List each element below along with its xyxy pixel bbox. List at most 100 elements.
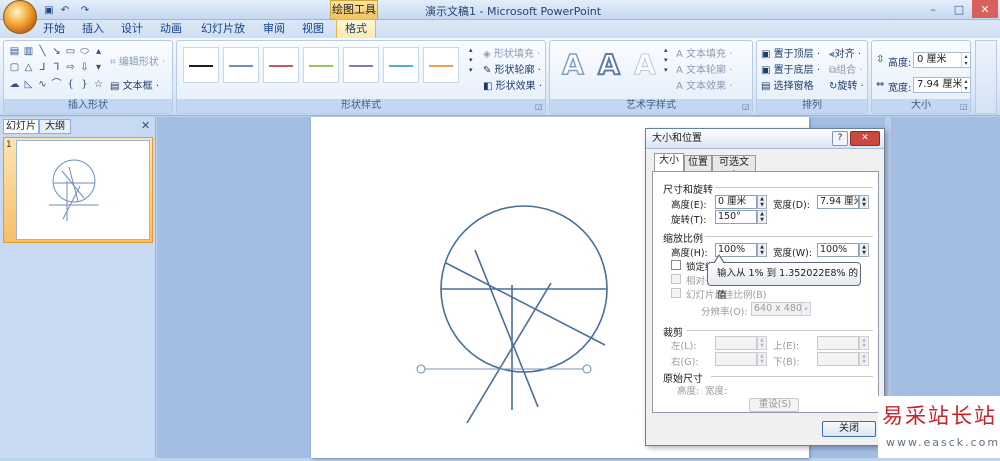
tab-slideshow[interactable]: 幻灯片放映 [196, 20, 250, 53]
dialog-tab-alt-text[interactable]: 可选文字 [712, 155, 756, 182]
spinner-icon[interactable]: ▲ ▼ [859, 352, 869, 366]
size-height-input[interactable]: 0 厘米 ▴ ▾ [913, 52, 971, 68]
spinner-icon[interactable]: ▲ ▼ [859, 195, 869, 209]
style-swatch-7[interactable] [423, 47, 459, 83]
spinner-icon[interactable]: ▲ ▼ [859, 243, 869, 257]
input-height[interactable]: 0 厘米 [715, 195, 757, 209]
down-arrow-icon[interactable]: ⇩ [78, 61, 91, 76]
maximize-icon[interactable]: □ [946, 0, 972, 18]
slide-thumbnail[interactable] [16, 140, 150, 240]
spinner-icon[interactable]: ▲ ▼ [757, 352, 767, 366]
input-rotation[interactable]: 150° [715, 210, 757, 224]
rounded-rect-icon[interactable]: ▢ [8, 61, 21, 76]
freeform-icon[interactable]: ⌒ [50, 78, 63, 93]
spinner-icon[interactable]: ▲ ▼ [757, 195, 767, 209]
input-crop-top[interactable] [817, 336, 859, 350]
wordart-style-3-icon[interactable]: A [630, 48, 660, 81]
save-icon[interactable]: ▣ [42, 3, 56, 17]
right-arrow-icon[interactable]: ⇨ [64, 61, 77, 76]
diagonal-line-3[interactable] [466, 282, 552, 424]
wordart-scroll-icon[interactable]: ▴ ▾ ▾ [664, 45, 668, 75]
text-fill-button[interactable]: A 文本填充 · [676, 45, 732, 60]
curve-icon[interactable]: ∿ [36, 78, 49, 93]
spinner-icon[interactable]: ▲ ▼ [757, 210, 767, 224]
close-pane-icon[interactable]: ✕ [141, 119, 150, 132]
shape-outline-button[interactable]: ✎ 形状轮廓 · [483, 61, 541, 76]
office-button[interactable] [3, 0, 37, 34]
wordart-launcher-icon[interactable]: ◲ [742, 103, 750, 111]
checkbox-lock-aspect[interactable] [671, 260, 681, 270]
size-launcher-icon[interactable]: ◲ [960, 103, 968, 111]
vtextbox-shape-icon[interactable]: ▥ [22, 45, 35, 60]
selection-handle-left[interactable] [416, 364, 426, 374]
spinner-icon[interactable]: ▴ ▾ [961, 53, 970, 67]
tab-review[interactable]: 审阅 [259, 20, 289, 38]
tab-design[interactable]: 设计 [117, 20, 147, 38]
group-button[interactable]: ⧉组合 · [829, 61, 863, 76]
elbow2-icon[interactable]: ⅂ [50, 61, 63, 76]
dialog-close-button[interactable]: 关闭 [822, 421, 876, 437]
bring-front-button[interactable]: ▣ 置于顶层 · [761, 45, 820, 60]
triangle-icon[interactable]: △ [22, 61, 35, 76]
more-down-icon[interactable]: ▾ [92, 61, 105, 76]
redo-icon[interactable]: ↷ [78, 3, 92, 17]
brace-left-icon[interactable]: { [64, 78, 77, 93]
shape-fill-button[interactable]: ◈ 形状填充 · [483, 45, 540, 60]
size-width-input[interactable]: 7.94 厘米 ▴ ▾ [913, 77, 971, 93]
input-crop-left[interactable] [715, 336, 757, 350]
style-swatch-3[interactable] [263, 47, 299, 83]
star-icon[interactable]: ☆ [92, 78, 105, 93]
checkbox-slideshow[interactable] [671, 288, 681, 298]
textbox-button[interactable]: ▤ 文本框 · [110, 77, 159, 92]
dialog-close-icon[interactable]: ✕ [850, 131, 880, 146]
send-back-button[interactable]: ▣ 置于底层 · [761, 61, 820, 76]
brace-right-icon[interactable]: } [78, 78, 91, 93]
help-icon[interactable]: ? [832, 131, 848, 146]
oval-shape-icon[interactable]: ⬭ [78, 45, 91, 60]
checkbox-relative[interactable] [671, 274, 681, 284]
tab-slides[interactable]: 幻灯片 [3, 119, 39, 134]
input-width[interactable]: 7.94 厘米 [817, 195, 859, 209]
diagonal-line-1[interactable] [445, 262, 606, 346]
spinner-icon[interactable]: ▲ ▼ [859, 336, 869, 350]
tab-view[interactable]: 视图 [298, 20, 328, 38]
dialog-tab-size[interactable]: 大小 [654, 153, 684, 172]
cloud-icon[interactable]: ☁ [8, 78, 21, 93]
input-crop-bottom[interactable] [817, 352, 859, 366]
tab-insert[interactable]: 插入 [78, 20, 108, 38]
rotate-button[interactable]: ↻旋转 · [829, 77, 864, 92]
selection-handle-right[interactable] [582, 364, 592, 374]
chevron-down-icon[interactable]: ▾ [801, 302, 811, 316]
textbox-shape-icon[interactable]: ▤ [8, 45, 21, 60]
edit-shape-button[interactable]: ⌗ 编辑形状 · [110, 53, 165, 68]
style-swatch-1[interactable] [183, 47, 219, 83]
undo-icon[interactable]: ↶ [58, 3, 72, 17]
text-outline-button[interactable]: A 文本轮廓 · [676, 61, 732, 76]
tab-home[interactable]: 开始 [38, 20, 70, 38]
input-crop-right[interactable] [715, 352, 757, 366]
style-swatch-5[interactable] [343, 47, 379, 83]
shape-gallery[interactable]: ▤ ▥ ╲ ↘ ▭ ⬭ ▴ ▢ △ ⅃ ⅂ ⇨ ⇩ ▾ ☁ ◺ ∿ ⌒{} ☆ [8, 45, 103, 93]
shape-effects-button[interactable]: ◧ 形状效果 · [483, 77, 542, 92]
wordart-style-1-icon[interactable]: A [558, 48, 588, 82]
rect-shape-icon[interactable]: ▭ [64, 45, 77, 60]
triangle2-icon[interactable]: ◺ [22, 78, 35, 93]
style-swatch-6[interactable] [383, 47, 419, 83]
spinner-icon[interactable]: ▲ ▼ [757, 336, 767, 350]
tab-animation[interactable]: 动画 [156, 20, 186, 38]
elbow-icon[interactable]: ⅃ [36, 61, 49, 76]
arrow-line-icon[interactable]: ↘ [50, 45, 63, 60]
tab-outline[interactable]: 大纲 [39, 119, 71, 134]
dialog-launcher-icon[interactable]: ◲ [535, 103, 543, 111]
close-window-icon[interactable]: ✕ [972, 0, 998, 18]
diagonal-line-2[interactable] [474, 249, 539, 408]
style-swatch-4[interactable] [303, 47, 339, 83]
selection-pane-button[interactable]: ▤ 选择窗格 [761, 77, 814, 92]
wordart-style-2-icon[interactable]: A [594, 48, 624, 82]
minimize-icon[interactable]: – [920, 0, 946, 18]
text-effects-button[interactable]: A 文本效果 · [676, 77, 732, 92]
reset-button[interactable]: 重设(S) [749, 398, 799, 412]
line-shape-icon[interactable]: ╲ [36, 45, 49, 60]
more-up-icon[interactable]: ▴ [92, 45, 105, 60]
style-swatch-2[interactable] [223, 47, 259, 83]
